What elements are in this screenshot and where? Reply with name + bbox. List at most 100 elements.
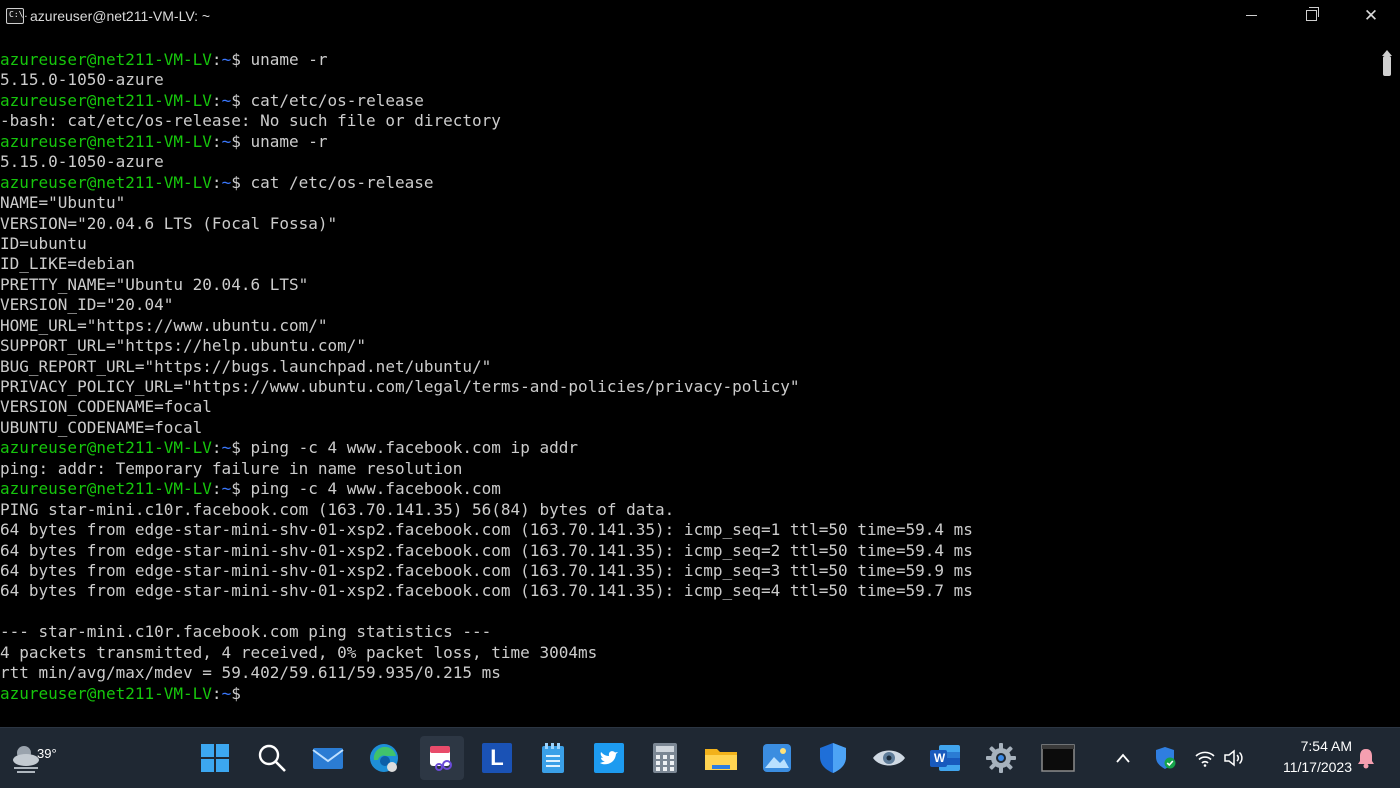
l-app-label: L [490,745,504,770]
weather-temperature: 39° [37,746,57,761]
notepad-button[interactable] [535,740,571,776]
taskbar: 39° L W 7:54 AM 11/17/2023 [0,727,1400,788]
prompt-path: ~ [221,131,232,151]
command-text: uname -r [250,131,328,151]
output-line: 64 bytes from edge-star-mini-shv-01-xsp2… [0,520,973,540]
settings-button[interactable] [983,740,1019,776]
close-icon: ✕ [1363,5,1379,26]
output-line: ID=ubuntu [0,233,87,253]
terminal-taskbar-button[interactable] [1040,740,1076,776]
wifi-icon [1195,751,1215,767]
prompt-user: azureuser@net211-VM-LV [0,172,212,192]
prompt-path: ~ [221,172,232,192]
output-line: SUPPORT_URL="https://help.ubuntu.com/" [0,336,367,356]
l-app-button[interactable]: L [479,740,515,776]
command-text: cat /etc/os-release [250,172,434,192]
command-text: cat/etc/os-release [250,90,424,110]
terminal-output[interactable]: azureuser@net211-VM-LV:~$ uname -r 5.15.0… [0,50,1378,726]
output-line: BUG_REPORT_URL="https://bugs.launchpad.n… [0,356,492,376]
snipping-tool-button[interactable] [420,736,464,780]
output-line: HOME_URL="https://www.ubuntu.com/" [0,315,328,335]
command-text: ping -c 4 www.facebook.com ip addr [250,438,578,458]
taskbar-clock[interactable]: 7:54 AM 11/17/2023 [1262,736,1352,778]
prompt-separator: : [211,172,222,192]
twitter-button[interactable] [591,740,627,776]
file-explorer-button[interactable] [703,740,739,776]
terminal-app-icon: C:\. [6,7,28,24]
scroll-thumb[interactable] [1383,56,1391,76]
word-label: W [933,751,946,765]
output-line: 5.15.0-1050-azure [0,152,164,172]
edge-browser-icon [370,744,398,772]
search-button[interactable] [254,740,290,776]
prompt-line: azureuser@net211-VM-LV:~$ cat /etc/os-re… [0,173,1378,193]
prompt-path: ~ [221,479,232,499]
weather-widget[interactable]: 39° [10,738,57,778]
clock-time: 7:54 AM [1300,738,1352,754]
notification-bell-icon [1358,749,1374,769]
output-line: VERSION_CODENAME=focal [0,397,212,417]
output-line: PING star-mini.c10r.facebook.com (163.70… [0,499,675,519]
output-line: --- star-mini.c10r.facebook.com ping sta… [0,622,492,642]
output-line: UBUNTU_CODENAME=focal [0,417,203,437]
security-tray-button[interactable] [1151,744,1179,772]
prompt-line: azureuser@net211-VM-LV:~$ uname -r [0,132,1378,152]
restore-button[interactable] [1282,0,1340,31]
prompt-line: azureuser@net211-VM-LV:~$ uname -r [0,50,1378,70]
prompt-symbol: $ [231,683,251,703]
word-button[interactable]: W [927,740,963,776]
notepad-icon [542,743,564,773]
prompt-user: azureuser@net211-VM-LV [0,131,212,151]
prompt-separator: : [211,90,222,110]
prompt-user: azureuser@net211-VM-LV [0,50,212,69]
vertical-scrollbar[interactable] [1380,50,1394,726]
volume-tray-button[interactable] [1220,744,1248,772]
command-text: uname -r [250,50,328,69]
search-icon [258,744,286,772]
prompt-symbol: $ [231,479,251,499]
prompt-path: ~ [221,683,232,703]
show-hidden-icons-button[interactable] [1109,744,1137,772]
minimize-button[interactable] [1222,0,1280,31]
calculator-icon [653,743,677,773]
output-line: -bash: cat/etc/os-release: No such file … [0,111,501,131]
prompt-line: azureuser@net211-VM-LV:~$ ping -c 4 www.… [0,438,1378,458]
mail-app-button[interactable] [310,740,346,776]
window-title-bar[interactable]: C:\. azureuser@net211-VM-LV: ~ ✕ [0,0,1400,31]
prompt-symbol: $ [231,172,251,192]
prompt-line: azureuser@net211-VM-LV:~$ ping -c 4 www.… [0,479,1378,499]
output-line: 64 bytes from edge-star-mini-shv-01-xsp2… [0,540,973,560]
restore-icon [1305,7,1319,21]
prompt-symbol: $ [231,90,251,110]
eye-app-button[interactable] [871,740,907,776]
windows-defender-button[interactable] [815,740,851,776]
close-button[interactable]: ✕ [1342,0,1400,31]
output-line: rtt min/avg/max/mdev = 59.402/59.611/59.… [0,663,501,683]
security-shield-check-icon [1156,747,1176,769]
prompt-separator: : [211,438,222,458]
wifi-tray-button[interactable] [1191,744,1219,772]
output-line: ping: addr: Temporary failure in name re… [0,458,463,478]
defender-shield-icon [820,743,846,773]
notifications-button[interactable] [1352,744,1380,772]
windows-start-button[interactable] [197,740,233,776]
calculator-button[interactable] [647,740,683,776]
output-line: VERSION_ID="20.04" [0,295,174,315]
output-line: NAME="Ubuntu" [0,193,126,213]
output-line: VERSION="20.04.6 LTS (Focal Fossa)" [0,213,338,233]
edge-browser-button[interactable] [366,740,402,776]
terminal-icon [1041,744,1075,772]
output-line: PRIVACY_POLICY_URL="https://www.ubuntu.c… [0,377,800,396]
minimize-icon [1245,15,1257,16]
photos-button[interactable] [759,740,795,776]
photos-icon [763,744,791,772]
window-title: azureuser@net211-VM-LV: ~ [30,7,211,24]
prompt-symbol: $ [231,50,251,69]
output-line: 5.15.0-1050-azure [0,70,164,90]
prompt-path: ~ [221,438,232,458]
settings-gear-icon [986,743,1016,773]
twitter-icon [594,743,624,773]
command-text: ping -c 4 www.facebook.com [250,479,501,499]
prompt-separator: : [211,479,222,499]
